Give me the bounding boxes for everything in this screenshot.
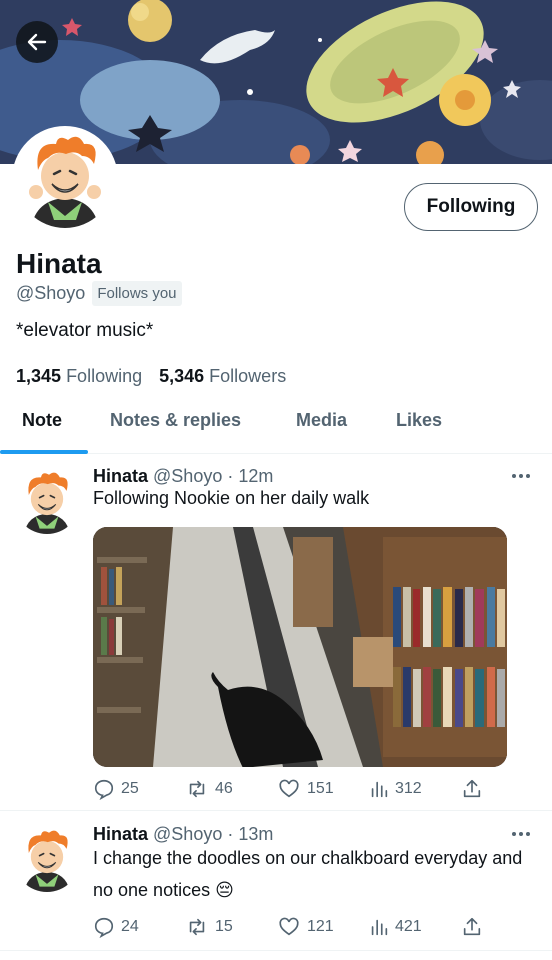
back-button[interactable] — [16, 21, 58, 63]
post-divider — [0, 810, 552, 811]
post-actions: 25 46 151 312 — [93, 778, 493, 802]
following-count: 1,345 — [16, 366, 62, 386]
like-button[interactable]: 121 — [277, 916, 334, 938]
repost-button[interactable]: 15 — [185, 916, 233, 938]
post-actions: 24 15 121 421 — [93, 916, 493, 940]
post-author-handle[interactable]: @Shoyo — [153, 824, 222, 844]
views-button[interactable]: 312 — [369, 778, 422, 800]
views-count: 421 — [395, 918, 422, 935]
post-media-image[interactable] — [93, 527, 507, 767]
follows-you-badge: Follows you — [92, 281, 182, 306]
post-avatar[interactable] — [14, 468, 80, 534]
post-avatar[interactable] — [14, 826, 80, 892]
following-label: Following — [66, 366, 143, 386]
share-button[interactable] — [461, 778, 483, 800]
avatar-image — [14, 826, 80, 892]
arrow-left-icon — [27, 33, 47, 51]
like-count: 121 — [307, 918, 334, 935]
profile-bio: *elevator music* — [16, 320, 154, 341]
views-button[interactable]: 421 — [369, 916, 422, 938]
more-horizontal-icon[interactable] — [510, 472, 532, 480]
profile-name: Hinata — [16, 248, 102, 279]
bar-chart-icon — [371, 919, 388, 936]
like-count: 151 — [307, 780, 334, 797]
tab-media[interactable]: Media — [296, 410, 347, 431]
repost-count: 15 — [215, 918, 233, 935]
repost-count: 46 — [215, 780, 233, 797]
repost-arrows-icon — [189, 780, 205, 798]
reply-button[interactable]: 24 — [93, 916, 139, 938]
like-button[interactable]: 151 — [277, 778, 334, 800]
repost-button[interactable]: 46 — [185, 778, 233, 800]
reply-count: 25 — [121, 780, 139, 797]
avatar-image — [16, 130, 114, 228]
post-separator: · — [227, 824, 234, 844]
active-tab-indicator — [0, 450, 88, 454]
views-count: 312 — [395, 780, 422, 797]
comment-bubble-icon — [94, 917, 114, 938]
avatar-image — [14, 468, 80, 534]
tab-notes-replies[interactable]: Notes & replies — [110, 410, 241, 431]
tab-likes[interactable]: Likes — [396, 410, 442, 431]
share-button[interactable] — [461, 916, 483, 938]
post-text: Following Nookie on her daily walk — [93, 488, 370, 508]
followers-label: Followers — [209, 366, 287, 386]
tab-note[interactable]: Note — [22, 410, 62, 431]
profile-avatar[interactable] — [12, 126, 118, 232]
reply-button[interactable]: 25 — [93, 778, 139, 800]
followers-count: 5,346 — [159, 366, 205, 386]
more-horizontal-icon[interactable] — [510, 830, 532, 838]
following-button[interactable]: Following — [404, 183, 538, 231]
profile-stats: 1,345 Following 5,346 Followers — [16, 366, 286, 387]
repost-arrows-icon — [189, 918, 205, 936]
comment-bubble-icon — [94, 779, 114, 800]
profile-handle: @Shoyo — [16, 283, 86, 303]
heart-icon — [279, 779, 299, 798]
post-divider — [0, 950, 552, 951]
handle-row: @Shoyo Follows you — [16, 281, 182, 306]
post-author-name[interactable]: Hinata — [93, 824, 148, 844]
post-text: I change the doodles on our chalkboard e… — [93, 848, 523, 900]
heart-icon — [279, 917, 299, 936]
followers-stat[interactable]: 5,346 Followers — [159, 366, 286, 387]
share-upload-icon — [463, 779, 481, 798]
bookstore-cat-photo — [93, 527, 507, 767]
bar-chart-icon — [371, 781, 388, 798]
reply-count: 24 — [121, 918, 139, 935]
share-upload-icon — [463, 917, 481, 936]
post-time[interactable]: 13m — [238, 824, 273, 844]
following-stat[interactable]: 1,345 Following — [16, 366, 142, 387]
profile-tabs: Note Notes & replies Media Likes — [0, 392, 552, 454]
